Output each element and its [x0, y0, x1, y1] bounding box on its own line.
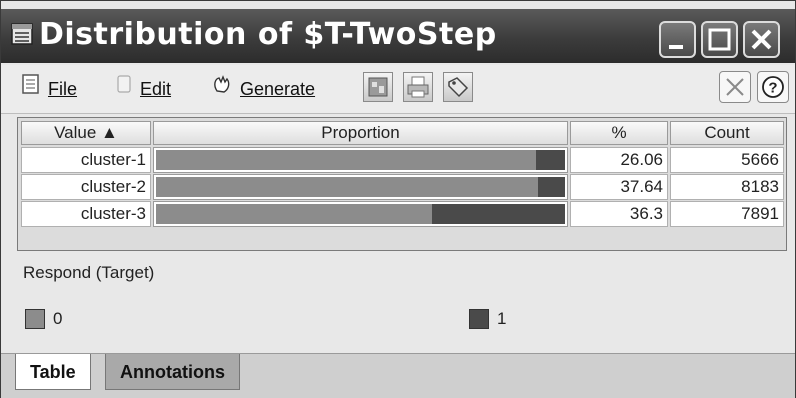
print-icon — [407, 76, 429, 98]
table-window-icon — [11, 23, 33, 45]
table-row-percent[interactable]: 37.64 — [570, 174, 668, 200]
chart-button[interactable] — [363, 72, 393, 102]
proportion-bar-cell[interactable] — [153, 174, 568, 200]
print-button[interactable] — [403, 72, 433, 102]
edit-menu[interactable]: Edit — [115, 73, 171, 105]
table-row-value[interactable]: cluster-2 — [21, 174, 151, 200]
proportion-bar-cell[interactable] — [153, 147, 568, 173]
legend-label-1: 1 — [497, 309, 507, 328]
svg-text:?: ? — [768, 80, 777, 97]
close-output-button[interactable] — [719, 71, 751, 103]
column-header-proportion[interactable]: Proportion — [153, 121, 568, 145]
table-row-percent[interactable]: 26.06 — [570, 147, 668, 173]
distribution-window: Distribution of $T-TwoStep File Edit Gen… — [0, 0, 796, 398]
minimize-icon — [669, 45, 683, 49]
proportion-bar — [156, 177, 565, 197]
maximize-icon — [708, 28, 731, 51]
column-header-count[interactable]: Count — [670, 121, 784, 145]
edit-icon — [115, 73, 133, 105]
proportion-bar — [156, 204, 565, 224]
tab-table[interactable]: Table — [15, 354, 91, 390]
generate-menu[interactable]: Generate — [211, 73, 315, 105]
column-header-value[interactable]: Value ▲ — [21, 121, 151, 145]
column-header-percent[interactable]: % — [570, 121, 668, 145]
table-row-count[interactable]: 8183 — [670, 174, 784, 200]
file-menu[interactable]: File — [21, 73, 77, 105]
file-menu-label: File — [48, 79, 78, 99]
legend-label-0: 0 — [53, 309, 63, 328]
close-icon — [751, 29, 772, 50]
close-x-icon — [726, 78, 744, 96]
generate-menu-label: Generate — [240, 79, 316, 99]
minimize-button[interactable] — [659, 21, 696, 58]
edit-menu-label: Edit — [140, 79, 172, 99]
file-icon — [21, 73, 41, 105]
proportion-bar-cell[interactable] — [153, 201, 568, 227]
legend-swatch-1 — [469, 309, 489, 329]
legend-title: Respond (Target) — [23, 263, 155, 282]
table-row-percent[interactable]: 36.3 — [570, 201, 668, 227]
legend-swatch-0 — [25, 309, 45, 329]
generate-icon — [211, 73, 233, 105]
proportion-bar — [156, 150, 565, 170]
table-row-value[interactable]: cluster-1 — [21, 147, 151, 173]
maximize-button[interactable] — [701, 21, 738, 58]
window-title: Distribution of $T-TwoStep — [39, 17, 497, 52]
title-bar[interactable]: Distribution of $T-TwoStep — [1, 9, 795, 63]
toolbar: File Edit Generate ? — [1, 65, 795, 114]
table-row-value[interactable]: cluster-3 — [21, 201, 151, 227]
close-button[interactable] — [743, 21, 780, 58]
help-button[interactable]: ? — [757, 71, 789, 103]
tab-strip: Table Annotations — [1, 353, 795, 398]
help-icon: ? — [762, 76, 784, 98]
tag-icon — [448, 77, 469, 98]
tag-button[interactable] — [443, 72, 473, 102]
table-row-count[interactable]: 5666 — [670, 147, 784, 173]
table-row-count[interactable]: 7891 — [670, 201, 784, 227]
tab-annotations[interactable]: Annotations — [105, 354, 240, 390]
chart-icon — [368, 77, 388, 97]
distribution-table: Value ▲ Proportion % Count cluster-1 26.… — [17, 117, 787, 251]
